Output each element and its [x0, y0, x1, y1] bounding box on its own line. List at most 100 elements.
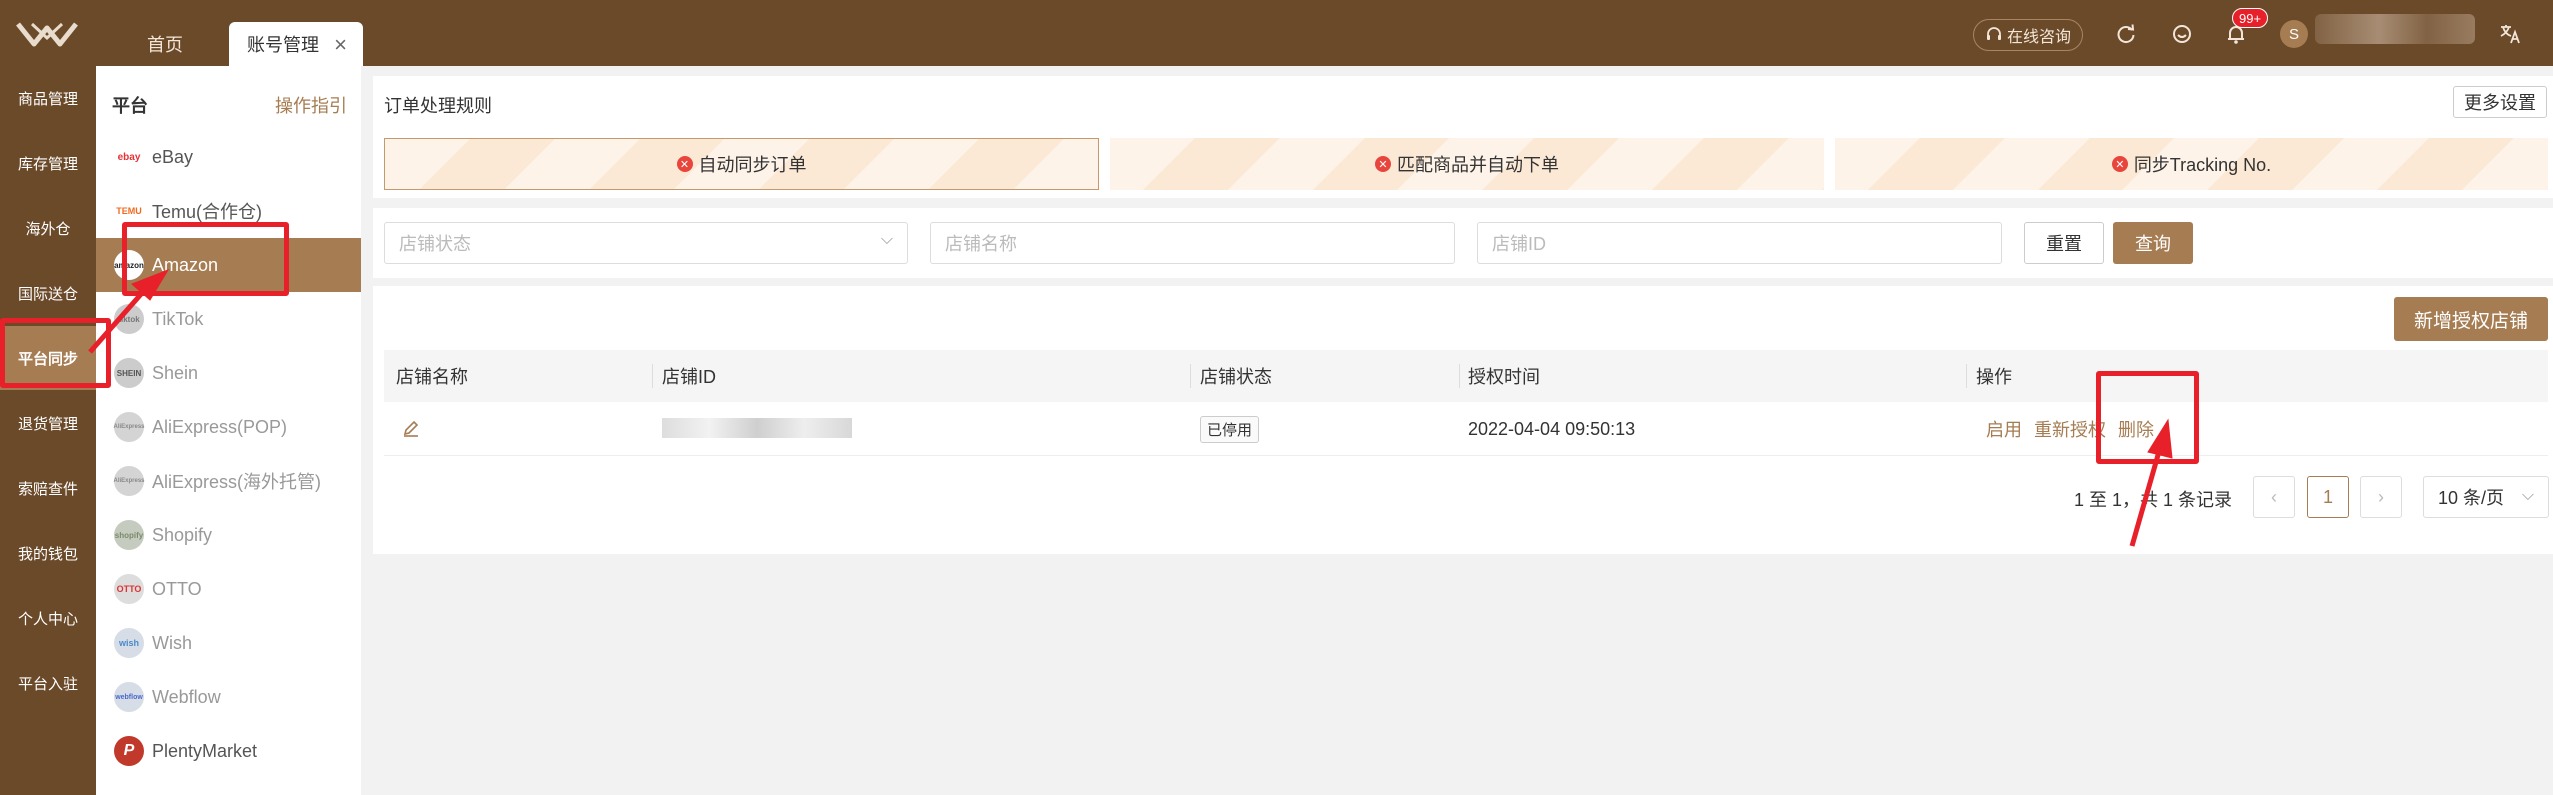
platform-item-label: OTTO	[152, 578, 202, 599]
top-bar: 首页 账号管理 × 在线咨询 99+ S	[0, 0, 2553, 66]
nav-item-platform-sync[interactable]: 平台同步	[0, 326, 96, 390]
username-redacted	[2315, 14, 2475, 44]
close-icon[interactable]: ×	[334, 32, 347, 58]
column-divider	[1966, 364, 1967, 388]
platform-item-temu[interactable]: TEMU Temu(合作仓)	[96, 184, 361, 238]
nav-item-product-management[interactable]: 商品管理	[0, 66, 96, 130]
order-rules-title: 订单处理规则	[384, 96, 492, 116]
reauthorize-link[interactable]: 重新授权	[2034, 416, 2106, 442]
column-actions: 操作	[1976, 367, 2012, 387]
reset-button[interactable]: 重置	[2024, 222, 2104, 264]
add-authorized-store-button[interactable]: 新增授权店铺	[2394, 297, 2548, 341]
platform-item-label: AliExpress(POP)	[152, 416, 288, 437]
online-consult-label: 在线咨询	[2006, 29, 2071, 46]
nav-item-platform-onboarding[interactable]: 平台入驻	[0, 651, 96, 715]
nav-item-wallet[interactable]: 我的钱包	[0, 521, 96, 585]
platform-item-label: Temu(合作仓)	[152, 202, 263, 222]
platform-item-label: Webflow	[152, 686, 221, 707]
nav-item-inventory-management[interactable]: 库存管理	[0, 131, 96, 195]
tiktok-icon: tiktok	[114, 304, 144, 334]
store-id-placeholder: 店铺ID	[1492, 234, 1546, 254]
amazon-icon: amazon	[114, 250, 144, 280]
platform-item-ebay[interactable]: ebay eBay	[96, 130, 361, 184]
chevron-down-icon: ⌵	[2521, 487, 2534, 504]
left-nav: 商品管理 库存管理 海外仓 国际送仓 平台同步 退货管理 索赔查件 我的钱包 个…	[0, 66, 96, 795]
tab-home[interactable]: 首页	[110, 22, 220, 66]
nav-item-returns[interactable]: 退货管理	[0, 391, 96, 455]
next-page-button[interactable]: ›	[2360, 476, 2402, 518]
operation-guide-link[interactable]: 操作指引	[275, 92, 347, 118]
ebay-icon: ebay	[114, 142, 144, 172]
notification-badge: 99+	[2232, 8, 2269, 28]
shein-icon: SHEIN	[114, 358, 144, 388]
headset-icon	[1986, 27, 2001, 40]
translate-icon[interactable]	[2497, 20, 2525, 48]
pagination-summary: 1 至 1，共 1 条记录	[2074, 490, 2233, 510]
avatar[interactable]: S	[2280, 20, 2308, 48]
edit-store-name-button[interactable]	[402, 402, 420, 456]
platform-item-aliexpress-pop[interactable]: AliExpress AliExpress(POP)	[96, 400, 361, 454]
more-settings-button[interactable]: 更多设置	[2453, 86, 2547, 118]
column-divider	[1459, 364, 1460, 388]
platform-item-plentymarket[interactable]: P PlentyMarket	[96, 724, 361, 778]
online-consult-button[interactable]: 在线咨询	[1973, 19, 2083, 51]
platform-item-label: AliExpress(海外托管)	[152, 472, 322, 492]
temu-icon: TEMU	[114, 196, 144, 226]
platform-item-webflow[interactable]: webflow Webflow	[96, 670, 361, 724]
platform-item-amazon[interactable]: amazon Amazon	[96, 238, 361, 292]
plentymarket-icon: P	[114, 736, 144, 766]
store-status-cell: 已停用	[1200, 402, 1260, 456]
feedback-icon[interactable]	[2168, 20, 2196, 48]
disabled-x-icon: ✕	[2111, 156, 2128, 172]
platform-item-shopify[interactable]: shopify Shopify	[96, 508, 361, 562]
aliexpress-icon: AliExpress	[113, 466, 145, 496]
platform-item-label: TikTok	[152, 308, 204, 329]
platform-panel: 平台 操作指引 ebay eBay TEMU Temu(合作仓) amazon …	[96, 66, 361, 795]
auth-time-cell: 2022-04-04 09:50:13	[1468, 418, 1636, 439]
column-store-status: 店铺状态	[1200, 367, 1272, 387]
logo	[16, 22, 78, 47]
wish-icon: wish	[114, 628, 144, 658]
page-number-button[interactable]: 1	[2307, 476, 2349, 518]
nav-item-personal-center[interactable]: 个人中心	[0, 586, 96, 650]
store-name-input[interactable]: 店铺名称	[930, 222, 1455, 264]
platform-item-label: PlentyMarket	[152, 740, 258, 761]
tab-account-management[interactable]: 账号管理 ×	[229, 22, 363, 66]
query-button[interactable]: 查询	[2113, 222, 2193, 264]
nav-item-claims[interactable]: 索赔查件	[0, 456, 96, 520]
store-status-select[interactable]: 店铺状态 ⌵	[384, 222, 908, 264]
platform-item-label: Shopify	[152, 524, 213, 545]
rule-sync-tracking-no[interactable]: ✕ 同步Tracking No.	[1835, 138, 2548, 190]
column-divider	[1190, 364, 1191, 388]
platform-item-tiktok[interactable]: tiktok TikTok	[96, 292, 361, 346]
rule-label: 自动同步订单	[698, 155, 807, 175]
aliexpress-icon: AliExpress	[113, 412, 145, 442]
rule-auto-sync-orders[interactable]: ✕ 自动同步订单	[384, 138, 1099, 190]
tab-home-label: 首页	[147, 35, 183, 55]
page-size-value: 10 条/页	[2438, 488, 2505, 508]
nav-item-international-delivery[interactable]: 国际送仓	[0, 261, 96, 325]
pencil-icon	[403, 420, 419, 437]
refresh-icon[interactable]	[2112, 20, 2140, 48]
enable-link[interactable]: 启用	[1986, 416, 2022, 442]
table-header: 店铺名称 店铺ID 店铺状态 授权时间 操作	[384, 350, 2548, 402]
store-id-redacted	[662, 418, 852, 438]
column-store-id: 店铺ID	[662, 367, 716, 387]
rule-label: 同步Tracking No.	[2133, 155, 2272, 175]
platform-item-wish[interactable]: wish Wish	[96, 616, 361, 670]
platform-item-label: Amazon	[152, 254, 219, 275]
platform-item-otto[interactable]: OTTO OTTO	[96, 562, 361, 616]
platform-item-shein[interactable]: SHEIN Shein	[96, 346, 361, 400]
delete-link[interactable]: 删除	[2118, 416, 2154, 442]
platform-item-aliexpress-overseas[interactable]: AliExpress AliExpress(海外托管)	[96, 454, 361, 508]
disabled-x-icon: ✕	[1375, 156, 1391, 172]
store-status-placeholder: 店铺状态	[399, 234, 471, 254]
rule-label: 匹配商品并自动下单	[1397, 155, 1559, 175]
column-auth-time: 授权时间	[1468, 367, 1540, 387]
rule-match-products-auto-order[interactable]: ✕ 匹配商品并自动下单	[1110, 138, 1824, 190]
nav-item-overseas-warehouse[interactable]: 海外仓	[0, 196, 96, 260]
store-id-input[interactable]: 店铺ID	[1477, 222, 2002, 264]
column-store-name: 店铺名称	[396, 367, 468, 387]
page-size-select[interactable]: 10 条/页 ⌵	[2423, 476, 2549, 518]
prev-page-button[interactable]: ‹	[2253, 476, 2295, 518]
